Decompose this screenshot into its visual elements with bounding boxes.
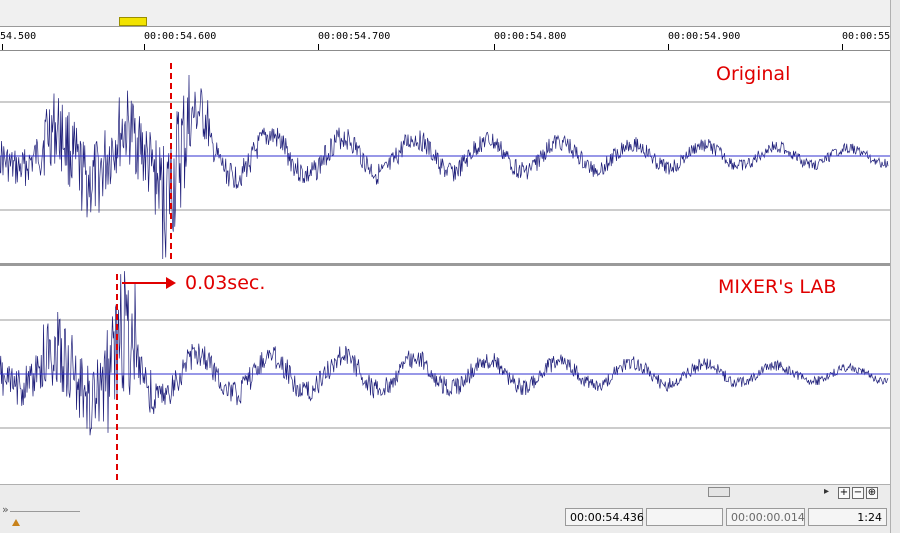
overview-strip[interactable]	[0, 0, 890, 27]
ruler-label: 00:00:54.900	[668, 31, 741, 42]
ruler-tick	[842, 44, 843, 50]
ruler-tick	[144, 44, 145, 50]
selection-length-field[interactable]: 00:00:00.014	[726, 508, 805, 526]
track-label-original: Original	[716, 63, 791, 85]
time-ruler[interactable]: 54.500 00:00:54.600 00:00:54.700 00:00:5…	[0, 27, 890, 51]
playhead-track-line	[10, 511, 80, 512]
ruler-label: 00:00:54.600	[144, 31, 217, 42]
offset-annotation-text: 0.03sec.	[185, 272, 266, 294]
ruler-label: 54.500	[0, 31, 37, 42]
ruler-tick	[668, 44, 669, 50]
status-bar: » ▸ + − ⊕ 00:00:54.436 00:00:00.014 1:24	[0, 484, 890, 533]
zoom-full-button[interactable]: ⊕	[866, 487, 878, 499]
ruler-tick	[494, 44, 495, 50]
playhead-marker-icon[interactable]	[12, 519, 20, 526]
cursor-time-field[interactable]: 00:00:54.436	[565, 508, 644, 526]
vertical-scrollbar[interactable]	[890, 0, 900, 533]
offset-arrow-head	[166, 277, 176, 289]
scroll-right-icon[interactable]: ▸	[824, 486, 829, 497]
zoom-in-button[interactable]: +	[838, 487, 850, 499]
waveform-mixers-lab[interactable]	[0, 266, 890, 484]
zoom-level-field[interactable]: 1:24	[808, 508, 887, 526]
ruler-label: 00:00:54.700	[318, 31, 391, 42]
ruler-label: 00:00:55	[842, 31, 890, 42]
ruler-label: 00:00:54.800	[494, 31, 567, 42]
overview-position-handle[interactable]	[119, 17, 147, 26]
track-mixers-lab[interactable]: MIXER's LAB 0.03sec.	[0, 266, 890, 484]
zoom-out-button[interactable]: −	[852, 487, 864, 499]
ruler-tick	[318, 44, 319, 50]
waveform-trace	[0, 74, 889, 260]
ruler-tick	[2, 44, 3, 50]
selection-start-field[interactable]	[646, 508, 723, 526]
horizontal-scroll-thumb[interactable]	[708, 487, 730, 497]
track-label-mixers-lab: MIXER's LAB	[718, 276, 837, 298]
transport-forward-icon[interactable]: »	[2, 503, 9, 516]
track-original[interactable]: Original	[0, 51, 890, 263]
